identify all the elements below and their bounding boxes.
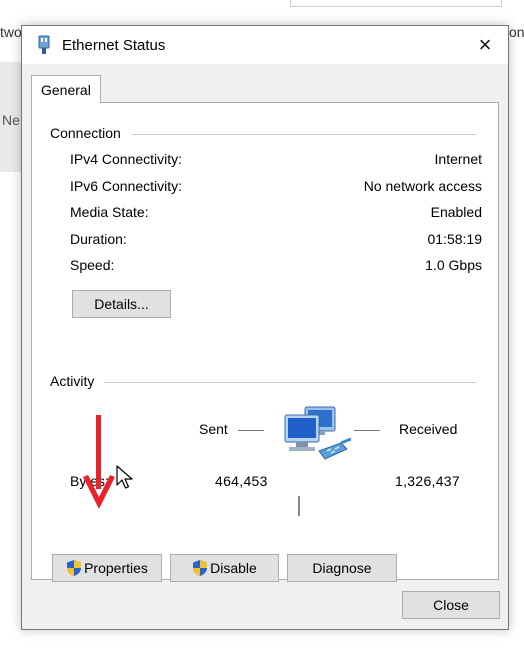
media-state-value: Enabled: [430, 204, 482, 220]
received-label: Received: [399, 421, 458, 437]
title-bar[interactable]: Ethernet Status ×: [22, 26, 508, 64]
properties-button[interactable]: Properties: [52, 554, 162, 582]
close-button-label: Close: [433, 597, 469, 613]
shield-icon: [67, 560, 82, 576]
ipv4-value: Internet: [434, 151, 482, 167]
ipv4-label: IPv4 Connectivity:: [70, 151, 183, 167]
red-arrow-annotation: [83, 415, 115, 509]
ipv6-label: IPv6 Connectivity:: [70, 178, 183, 194]
speed-label: Speed:: [70, 257, 115, 273]
duration-label: Duration:: [70, 231, 127, 247]
received-dash: [354, 430, 380, 431]
activity-heading: Activity: [50, 373, 101, 389]
ipv6-value: No network access: [363, 178, 482, 194]
connection-heading: Connection: [50, 125, 127, 141]
activity-divider: [104, 382, 476, 383]
details-button-label: Details...: [94, 296, 149, 312]
tab-general[interactable]: General: [31, 75, 101, 103]
ethernet-icon: [38, 35, 50, 54]
diagnose-button-label: Diagnose: [312, 560, 372, 576]
ethernet-status-dialog: Ethernet Status × General Connection IPv…: [21, 25, 509, 630]
background-window-text-2: Ne: [2, 112, 20, 128]
sent-label: Sent: [199, 421, 228, 437]
background-search-box: [290, 0, 502, 7]
disable-button[interactable]: Disable: [170, 554, 279, 582]
close-button[interactable]: Close: [402, 591, 500, 619]
disable-button-label: Disable: [210, 560, 257, 576]
speed-value: 1.0 Gbps: [425, 257, 482, 273]
duration-value: 01:58:19: [427, 231, 483, 247]
bytes-received-value: 1,326,437: [395, 473, 460, 489]
close-icon[interactable]: ×: [472, 32, 498, 58]
mouse-cursor-icon: [116, 465, 133, 489]
details-button[interactable]: Details...: [72, 290, 171, 318]
sent-dash: [238, 430, 264, 431]
media-state-label: Media State:: [70, 204, 149, 220]
background-toolbar: [0, 0, 524, 7]
background-window-text: two: [0, 24, 22, 40]
shield-icon: [193, 560, 208, 576]
connection-divider: [132, 134, 476, 135]
background-window-text-right: on: [509, 24, 524, 40]
bytes-sent-value: 464,453: [215, 473, 268, 489]
dialog-title: Ethernet Status: [62, 37, 166, 54]
diagnose-button[interactable]: Diagnose: [287, 554, 397, 582]
properties-button-label: Properties: [84, 560, 148, 576]
network-computers-icon: [284, 406, 352, 460]
activity-separator: [298, 496, 300, 516]
tab-general-label: General: [41, 82, 91, 98]
